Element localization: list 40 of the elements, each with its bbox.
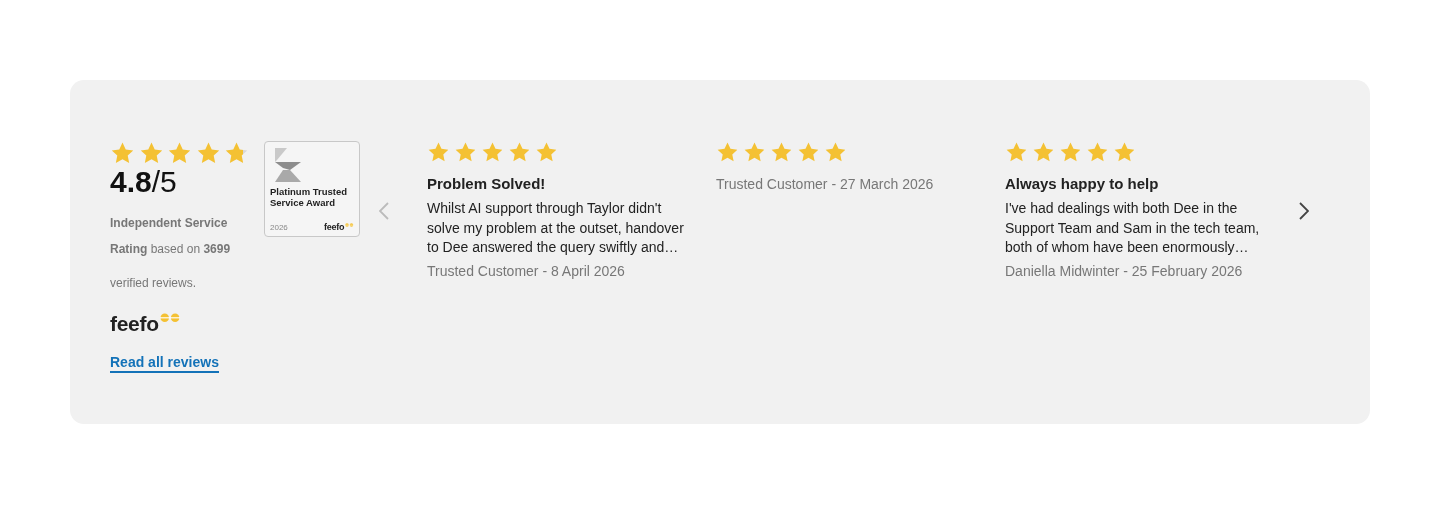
- star-icon: [535, 141, 558, 164]
- award-title: Platinum Trusted Service Award: [270, 186, 349, 208]
- star-icon: [167, 141, 192, 166]
- feefo-logo: feefo: [324, 223, 345, 232]
- star-icon: [1005, 141, 1028, 164]
- star-icon: [1059, 141, 1082, 164]
- star-icon: [110, 141, 135, 166]
- star-icon: [224, 141, 249, 166]
- review-byline: Trusted Customer - 27 March 2026: [716, 176, 935, 192]
- star-icon: [824, 141, 847, 164]
- feefo-logo: feefo: [110, 313, 159, 334]
- review-text: I've had dealings with both Dee in the Support Team and Sam in the tech team, both of whom have been enormously…: [1005, 199, 1261, 257]
- review-byline: Daniella Midwinter - 25 February 2026: [1005, 262, 1244, 279]
- star-icon: [770, 141, 793, 164]
- trophy-icon: [273, 148, 303, 184]
- star-icon: [1113, 141, 1136, 164]
- star-icon: [481, 141, 504, 164]
- eyes-icon: [345, 223, 354, 228]
- star-icon: [195, 141, 221, 166]
- star-icon: [1032, 141, 1055, 164]
- star-icon: [797, 141, 820, 164]
- eyes-icon: [159, 313, 181, 323]
- star-icon: [743, 141, 766, 164]
- read-reviews-link[interactable]: Read all reviews: [110, 354, 219, 373]
- review-title: Always happy to help: [1005, 175, 1160, 192]
- star-icon: [427, 141, 450, 164]
- rating-summary: Rating based on 3699 verified reviews.: [110, 241, 232, 292]
- star-icon: [1086, 141, 1109, 164]
- chevron-left-icon: [379, 202, 389, 220]
- award-year: 2026: [270, 223, 288, 232]
- rating-score: 4.8/5: [110, 166, 178, 198]
- chevron-right-icon: [1299, 202, 1309, 220]
- review-byline: Trusted Customer - 8 April 2026: [427, 262, 626, 279]
- star-icon: [138, 141, 164, 166]
- star-icon: [716, 141, 739, 164]
- review-text: Whilst AI support through Taylor didn't solve my problem at the outset, handover to Dee answered the query swiftly and…: [427, 199, 685, 257]
- review-title: Problem Solved!: [427, 175, 547, 192]
- service-label: Independent Service: [110, 216, 229, 230]
- star-icon: [454, 141, 477, 164]
- star-icon: [508, 141, 531, 164]
